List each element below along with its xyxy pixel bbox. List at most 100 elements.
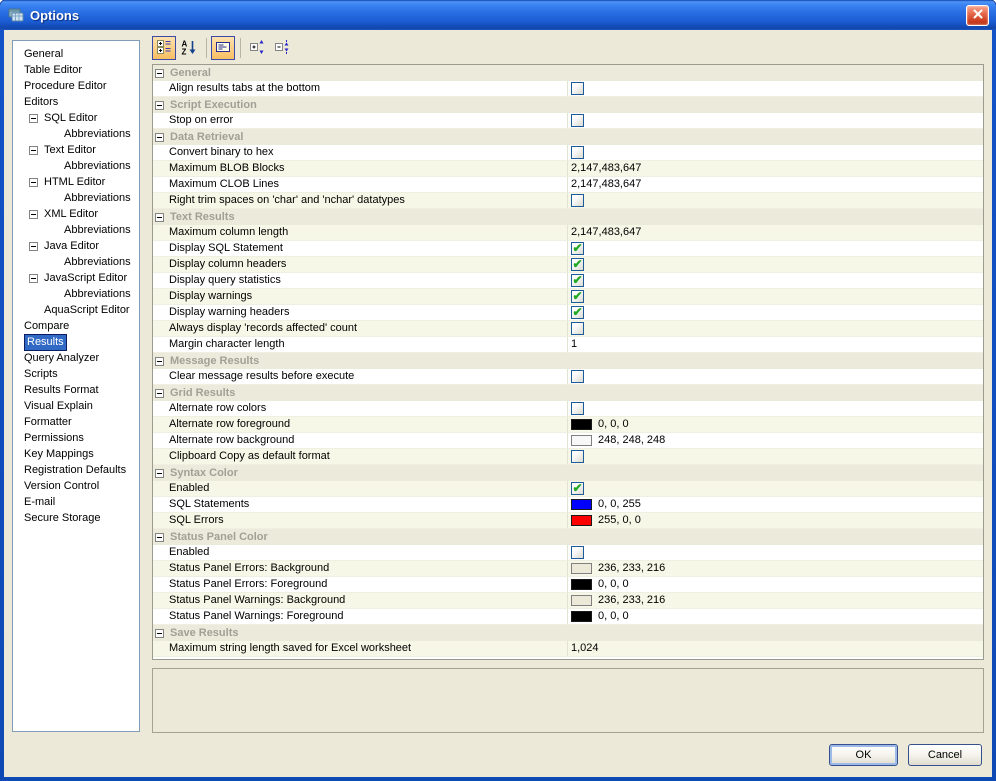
section-collapse-icon[interactable] xyxy=(155,628,164,638)
property-value[interactable]: 255, 0, 0 xyxy=(567,513,983,529)
tree-item-javascript-editor[interactable]: JavaScript Editor xyxy=(13,270,139,286)
tree-item-results-format[interactable]: Results Format xyxy=(13,382,139,398)
grid-row-maximum-clob-lines[interactable]: Maximum CLOB Lines 2,147,483,647 xyxy=(153,177,983,193)
tree-collapse-icon[interactable] xyxy=(29,241,38,251)
grid-row-always-display-records-affected-count[interactable]: Always display 'records affected' count xyxy=(153,321,983,337)
checkbox-unchecked[interactable] xyxy=(571,114,584,127)
grid-row-sql-statements[interactable]: SQL Statements 0, 0, 255 xyxy=(153,497,983,513)
property-value[interactable]: 0, 0, 255 xyxy=(567,497,983,513)
tree-item-sql-editor[interactable]: SQL Editor xyxy=(13,110,139,126)
color-swatch[interactable] xyxy=(571,515,592,526)
tree-item-text-editor[interactable]: Text Editor xyxy=(13,142,139,158)
tree-collapse-icon[interactable] xyxy=(29,209,38,219)
tree-item-abbreviations[interactable]: Abbreviations xyxy=(13,158,139,174)
property-value[interactable]: ✔ xyxy=(567,257,983,273)
property-value[interactable]: 1,024 xyxy=(567,641,983,657)
cancel-button[interactable]: Cancel xyxy=(908,744,982,766)
checkbox-unchecked[interactable] xyxy=(571,402,584,415)
expand-all-button[interactable] xyxy=(245,36,269,60)
section-collapse-icon[interactable] xyxy=(155,212,164,222)
tree-item-table-editor[interactable]: Table Editor xyxy=(13,62,139,78)
tree-item-java-editor[interactable]: Java Editor xyxy=(13,238,139,254)
checkbox-unchecked[interactable] xyxy=(571,546,584,559)
categorized-view-button[interactable] xyxy=(152,36,176,60)
tree-item-procedure-editor[interactable]: Procedure Editor xyxy=(13,78,139,94)
tree-item-version-control[interactable]: Version Control xyxy=(13,478,139,494)
section-collapse-icon[interactable] xyxy=(155,532,164,542)
color-swatch[interactable] xyxy=(571,611,592,622)
property-value[interactable]: 2,147,483,647 xyxy=(567,177,983,193)
checkbox-checked[interactable]: ✔ xyxy=(571,274,584,287)
color-swatch[interactable] xyxy=(571,595,592,606)
grid-row-maximum-string-length-saved-for-excel-worksheet[interactable]: Maximum string length saved for Excel wo… xyxy=(153,641,983,657)
color-swatch[interactable] xyxy=(571,419,592,430)
tree-collapse-icon[interactable] xyxy=(29,177,38,187)
checkbox-checked[interactable]: ✔ xyxy=(571,290,584,303)
tree-item-html-editor[interactable]: HTML Editor xyxy=(13,174,139,190)
tree-item-visual-explain[interactable]: Visual Explain xyxy=(13,398,139,414)
grid-row-alternate-row-foreground[interactable]: Alternate row foreground 0, 0, 0 xyxy=(153,417,983,433)
tree-collapse-icon[interactable] xyxy=(29,113,38,123)
property-value[interactable]: 248, 248, 248 xyxy=(567,433,983,449)
grid-row-display-column-headers[interactable]: Display column headers ✔ xyxy=(153,257,983,273)
color-swatch[interactable] xyxy=(571,435,592,446)
property-value[interactable] xyxy=(567,401,983,417)
tree-item-scripts[interactable]: Scripts xyxy=(13,366,139,382)
checkbox-checked[interactable]: ✔ xyxy=(571,242,584,255)
section-collapse-icon[interactable] xyxy=(155,356,164,366)
section-collapse-icon[interactable] xyxy=(155,68,164,78)
tree-item-abbreviations[interactable]: Abbreviations xyxy=(13,222,139,238)
tree-item-e-mail[interactable]: E-mail xyxy=(13,494,139,510)
close-button[interactable] xyxy=(966,5,989,26)
grid-row-status-panel-warnings-foreground[interactable]: Status Panel Warnings: Foreground 0, 0, 0 xyxy=(153,609,983,625)
checkbox-unchecked[interactable] xyxy=(571,82,584,95)
grid-row-stop-on-error[interactable]: Stop on error xyxy=(153,113,983,129)
grid-row-maximum-blob-blocks[interactable]: Maximum BLOB Blocks 2,147,483,647 xyxy=(153,161,983,177)
grid-row-right-trim-spaces-on-char-and-nchar-datatypes[interactable]: Right trim spaces on 'char' and 'nchar' … xyxy=(153,193,983,209)
color-swatch[interactable] xyxy=(571,499,592,510)
property-value[interactable]: ✔ xyxy=(567,241,983,257)
grid-row-enabled[interactable]: Enabled ✔ xyxy=(153,481,983,497)
checkbox-unchecked[interactable] xyxy=(571,194,584,207)
grid-row-alternate-row-colors[interactable]: Alternate row colors xyxy=(153,401,983,417)
tree-item-registration-defaults[interactable]: Registration Defaults xyxy=(13,462,139,478)
grid-row-clipboard-copy-as-default-format[interactable]: Clipboard Copy as default format xyxy=(153,449,983,465)
grid-row-enabled[interactable]: Enabled xyxy=(153,545,983,561)
property-value[interactable]: ✔ xyxy=(567,481,983,497)
property-value[interactable] xyxy=(567,321,983,337)
tree-item-xml-editor[interactable]: XML Editor xyxy=(13,206,139,222)
grid-row-sql-errors[interactable]: SQL Errors 255, 0, 0 xyxy=(153,513,983,529)
checkbox-checked[interactable]: ✔ xyxy=(571,482,584,495)
tree-item-query-analyzer[interactable]: Query Analyzer xyxy=(13,350,139,366)
checkbox-unchecked[interactable] xyxy=(571,146,584,159)
grid-row-status-panel-errors-background[interactable]: Status Panel Errors: Background 236, 233,… xyxy=(153,561,983,577)
checkbox-unchecked[interactable] xyxy=(571,450,584,463)
section-collapse-icon[interactable] xyxy=(155,100,164,110)
section-collapse-icon[interactable] xyxy=(155,132,164,142)
grid-row-display-warnings[interactable]: Display warnings ✔ xyxy=(153,289,983,305)
tree-item-permissions[interactable]: Permissions xyxy=(13,430,139,446)
tree-item-secure-storage[interactable]: Secure Storage xyxy=(13,510,139,526)
property-value[interactable] xyxy=(567,81,983,97)
grid-row-align-results-tabs-at-the-bottom[interactable]: Align results tabs at the bottom xyxy=(153,81,983,97)
grid-row-status-panel-warnings-background[interactable]: Status Panel Warnings: Background 236, 23… xyxy=(153,593,983,609)
tree-item-aquascript-editor[interactable]: AquaScript Editor xyxy=(13,302,139,318)
tree-item-general[interactable]: General xyxy=(13,46,139,62)
section-collapse-icon[interactable] xyxy=(155,388,164,398)
property-value[interactable]: 2,147,483,647 xyxy=(567,225,983,241)
property-value[interactable]: 2,147,483,647 xyxy=(567,161,983,177)
tree-item-abbreviations[interactable]: Abbreviations xyxy=(13,126,139,142)
color-swatch[interactable] xyxy=(571,579,592,590)
tree-item-formatter[interactable]: Formatter xyxy=(13,414,139,430)
color-swatch[interactable] xyxy=(571,563,592,574)
property-value[interactable]: ✔ xyxy=(567,305,983,321)
grid-row-display-warning-headers[interactable]: Display warning headers ✔ xyxy=(153,305,983,321)
grid-row-status-panel-errors-foreground[interactable]: Status Panel Errors: Foreground 0, 0, 0 xyxy=(153,577,983,593)
checkbox-checked[interactable]: ✔ xyxy=(571,306,584,319)
property-value[interactable]: 0, 0, 0 xyxy=(567,609,983,625)
checkbox-checked[interactable]: ✔ xyxy=(571,258,584,271)
property-value[interactable] xyxy=(567,193,983,209)
tree-item-compare[interactable]: Compare xyxy=(13,318,139,334)
ok-button[interactable]: OK xyxy=(829,744,898,766)
property-value[interactable]: ✔ xyxy=(567,289,983,305)
